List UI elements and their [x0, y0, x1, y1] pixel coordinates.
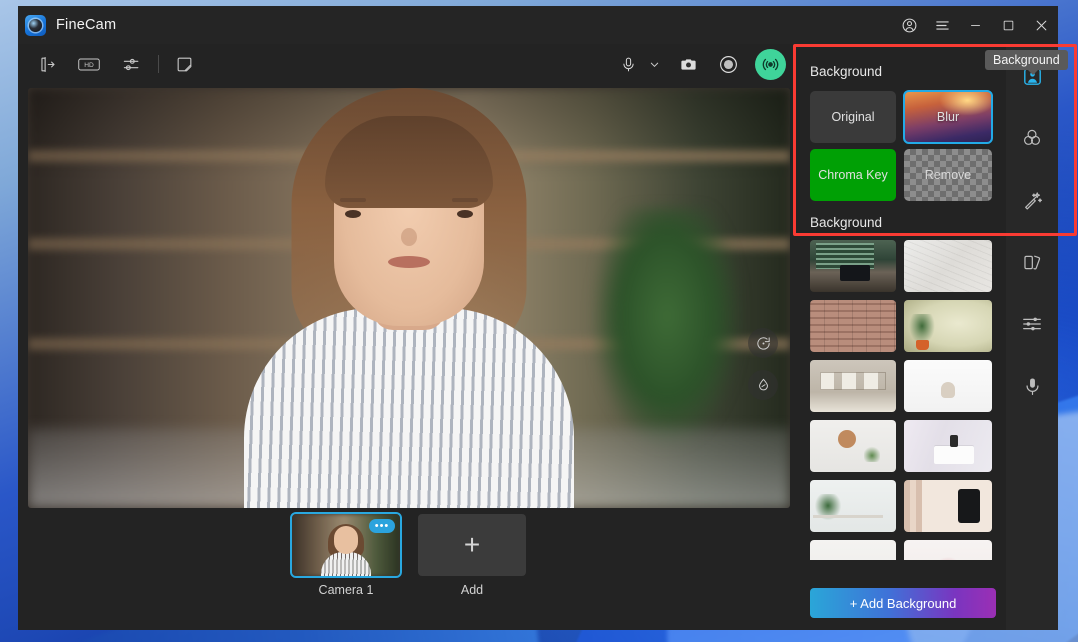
background-tooltip: Background [985, 50, 1068, 75]
mode-chroma-key-button[interactable]: Chroma Key [810, 149, 896, 201]
sliders-icon[interactable] [114, 50, 148, 78]
background-mode-section: Background Original Blur Chroma Key Remo… [800, 44, 1006, 201]
water-drop-icon[interactable] [748, 370, 778, 400]
toolbar-divider [158, 55, 159, 73]
bg-thumb-brick-wall[interactable] [810, 300, 896, 352]
right-panel: Background Original Blur Chroma Key Remo… [800, 44, 1058, 630]
camera-thumbnail[interactable]: ••• [290, 512, 402, 578]
preview-plant [592, 208, 742, 448]
titlebar-controls [893, 6, 1058, 44]
camera-label: Camera 1 [318, 583, 374, 597]
bg-thumb-picture-frames[interactable] [810, 360, 896, 412]
camera-icon[interactable] [673, 49, 703, 79]
mode-original-label: Original [831, 110, 875, 124]
magic-wand-icon[interactable] [1016, 186, 1048, 214]
app-title: FineCam [56, 17, 117, 33]
broadcast-icon[interactable] [755, 48, 786, 80]
camera-cell[interactable]: ••• Camera 1 [290, 512, 402, 597]
titlebar: FineCam [18, 6, 1058, 44]
toolbar-right-group [613, 48, 800, 80]
bg-thumb-curtain-panel[interactable] [904, 480, 992, 532]
main-content: HD ••• Camera 1 + Add Background Origina… [18, 44, 1058, 630]
background-panel: Background Original Blur Chroma Key Remo… [800, 44, 1006, 630]
rotate-refresh-icon[interactable] [748, 328, 778, 358]
hd-badge-icon[interactable]: HD [72, 50, 106, 78]
camera-options-badge[interactable]: ••• [369, 519, 395, 533]
background-mode-grid: Original Blur Chroma Key Remove [800, 79, 1006, 201]
camera-strip: ••• Camera 1 + Add [18, 512, 800, 597]
minimize-icon[interactable] [959, 6, 992, 44]
account-circle-icon[interactable] [893, 6, 926, 44]
hamburger-menu-icon[interactable] [926, 6, 959, 44]
toolbar: HD [18, 44, 800, 84]
mode-blur-label: Blur [936, 110, 960, 124]
mode-blur-button[interactable]: Blur [903, 90, 993, 144]
add-camera-label: Add [460, 583, 484, 597]
add-background-button[interactable]: + Add Background [810, 588, 996, 618]
panel-icon-rail [1006, 44, 1058, 630]
bg-thumb-plant-shelf[interactable] [810, 480, 896, 532]
bg-thumb-white-plaster[interactable] [904, 240, 992, 292]
card-stack-icon[interactable] [1016, 248, 1048, 276]
close-icon[interactable] [1025, 6, 1058, 44]
equalizer-sliders-icon[interactable] [1016, 310, 1048, 338]
maximize-icon[interactable] [992, 6, 1025, 44]
bg-thumb-office-window[interactable] [810, 240, 896, 292]
record-circle-icon[interactable] [713, 49, 743, 79]
plus-icon[interactable]: + [418, 514, 526, 576]
svg-text:HD: HD [84, 62, 94, 69]
preview-float-buttons [748, 328, 778, 400]
bg-thumb-white-desk[interactable] [904, 420, 992, 472]
microphone-icon[interactable] [613, 49, 643, 79]
chevron-down-icon[interactable] [645, 51, 663, 77]
add-camera-cell[interactable]: + Add [418, 514, 526, 597]
background-mode-title: Background [810, 64, 883, 79]
exit-arrow-icon[interactable] [30, 50, 64, 78]
note-eraser-icon[interactable] [167, 50, 201, 78]
background-list-title: Background [810, 215, 883, 230]
background-list-section: Background [800, 201, 1006, 560]
mode-original-button[interactable]: Original [810, 91, 896, 143]
bg-thumb-chair-corner[interactable] [810, 540, 896, 560]
app-window: FineCam HD ••• Camera 1 + Add Background… [18, 6, 1058, 630]
background-thumbnail-grid [800, 230, 1006, 560]
mode-chroma-key-label: Chroma Key [818, 168, 888, 182]
bg-thumb-shelf-decor[interactable] [810, 420, 896, 472]
stage-column: HD ••• Camera 1 + Add [18, 44, 800, 630]
video-preview[interactable] [28, 88, 790, 508]
bg-thumb-white-lamp[interactable] [904, 360, 992, 412]
bg-thumb-plant-olive[interactable] [904, 300, 992, 352]
mode-remove-label: Remove [924, 168, 972, 182]
mode-remove-button[interactable]: Remove [904, 149, 992, 201]
microphone-icon[interactable] [1016, 372, 1048, 400]
bg-thumb-pink-minimal[interactable] [904, 540, 992, 560]
finecam-logo-icon [25, 14, 46, 36]
color-circles-icon[interactable] [1016, 124, 1048, 152]
preview-person [209, 88, 609, 508]
